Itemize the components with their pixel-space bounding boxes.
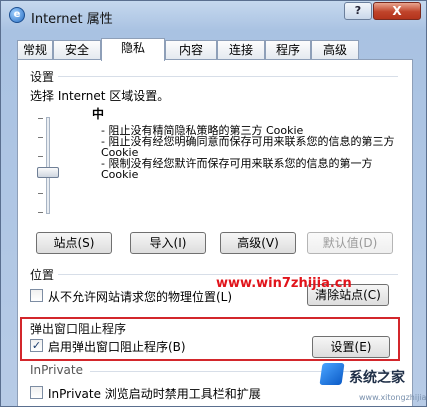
windows-logo-icon: [319, 363, 345, 385]
privacy-tab-panel: 设置 选择 Internet 区域设置。 中 - 阻止没有精简隐私策略的第三方 …: [17, 59, 413, 406]
help-button[interactable]: ?: [344, 2, 372, 20]
tab-programs[interactable]: 程序: [265, 40, 311, 60]
privacy-level-label: 中: [92, 107, 105, 121]
popup-blocker-checkbox[interactable]: ✓: [30, 339, 43, 352]
tab-content[interactable]: 内容: [165, 40, 217, 60]
watermark-win-logo: Win: [233, 325, 300, 358]
inprivate-checkbox[interactable]: [30, 386, 43, 399]
description-line: - 阻止没有经您明确同意而保存可用来联系您的信息的第三方 Cookie: [101, 135, 395, 159]
popup-blocker-checkbox-label[interactable]: 启用弹出窗口阻止程序(B): [48, 338, 186, 355]
tab-advanced[interactable]: 高级: [311, 40, 359, 60]
window-title: Internet 属性: [31, 12, 113, 27]
title-bar[interactable]: e Internet 属性 ? X: [1, 1, 426, 31]
privacy-slider-track[interactable]: [46, 117, 50, 214]
watermark-brand: 系统之家: [349, 370, 405, 386]
settings-group-title: 设置: [30, 70, 55, 84]
sites-button[interactable]: 站点(S): [36, 232, 112, 254]
internet-properties-window: e Internet 属性 ? X 常规 安全 隐私 内容 连接 程序 高级 设…: [0, 0, 427, 407]
description-line: - 限制没有经您默许而保存可用来联系您的信息的第一方 Cookie: [101, 157, 373, 181]
location-checkbox[interactable]: [30, 289, 43, 302]
location-group-title: 位置: [30, 268, 55, 282]
slider-tick: [38, 137, 43, 138]
settings-divider: [58, 76, 398, 77]
slider-tick: [38, 193, 43, 194]
location-checkbox-label[interactable]: 从不允许网站请求您的物理位置(L): [48, 288, 232, 305]
inprivate-group-title: InPrivate: [30, 363, 83, 377]
slider-tick: [38, 118, 43, 119]
slider-tick: [38, 156, 43, 157]
watermark-site: www.xitongzhijia.net: [359, 393, 427, 402]
privacy-level-description: - 阻止没有精简隐私策略的第三方 Cookie - 阻止没有经您明确同意而保存可…: [101, 125, 401, 180]
zone-prompt: 选择 Internet 区域设置。: [30, 89, 170, 103]
privacy-slider-thumb[interactable]: [37, 167, 59, 178]
slider-tick: [38, 212, 43, 213]
tab-security[interactable]: 安全: [53, 40, 101, 60]
internet-explorer-icon: e: [9, 7, 25, 23]
tab-connections[interactable]: 连接: [217, 40, 265, 60]
close-button[interactable]: X: [373, 2, 421, 20]
tab-privacy[interactable]: 隐私: [101, 38, 165, 61]
import-button[interactable]: 导入(I): [130, 232, 206, 254]
popup-settings-button[interactable]: 设置(E): [312, 336, 390, 358]
tab-general[interactable]: 常规: [17, 40, 53, 60]
inprivate-checkbox-label[interactable]: InPrivate 浏览启动时禁用工具栏和扩展: [48, 385, 261, 402]
advanced-button[interactable]: 高级(V): [220, 232, 296, 254]
location-divider: [58, 274, 398, 275]
watermark-url: www.win7zhijia.cn: [216, 276, 352, 291]
default-button[interactable]: 默认值(D): [307, 232, 393, 254]
popup-group-title: 弹出窗口阻止程序: [30, 322, 127, 336]
